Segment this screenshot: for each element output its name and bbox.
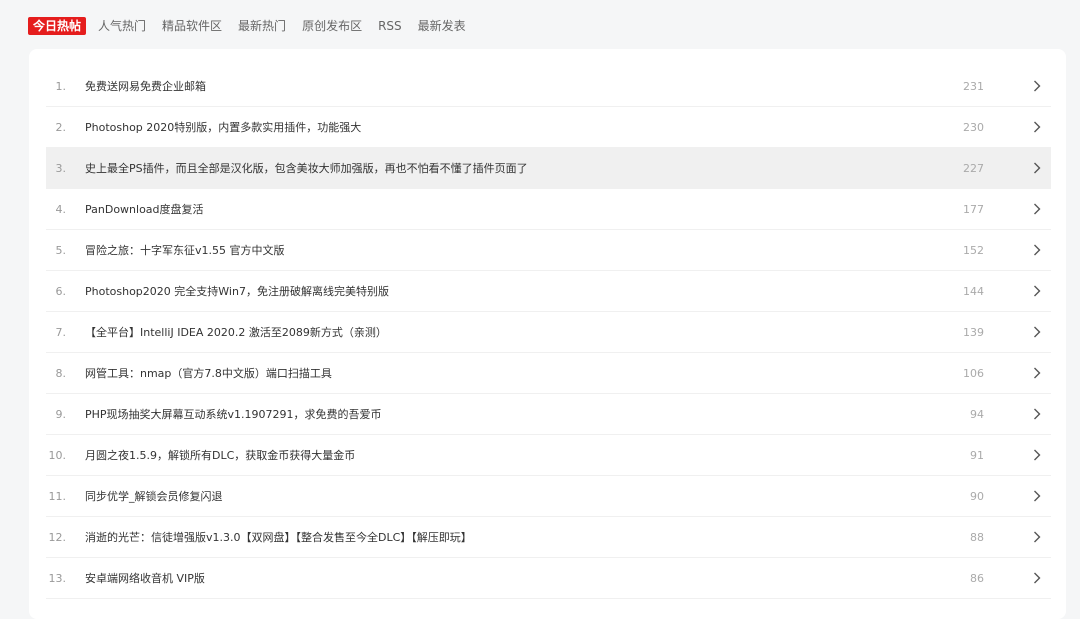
item-title-link[interactable]: 史上最全PS插件，而且全部是汉化版，包含美妆大师加强版，再也不怕看不懂了插件页面… [83,160,944,176]
item-title-link[interactable]: PHP现场抽奖大屏幕互动系统v1.1907291，求免费的吾爱币 [83,406,944,422]
list-item[interactable]: 9. PHP现场抽奖大屏幕互动系统v1.1907291，求免费的吾爱币 94 [46,394,1051,435]
item-rank: 7. [46,326,83,339]
item-rank: 11. [46,490,83,503]
item-count: 86 [970,571,984,585]
chevron-right-icon[interactable] [1026,66,1048,106]
chevron-right-icon[interactable] [1026,230,1048,270]
item-count: 177 [963,202,984,216]
item-count: 90 [970,489,984,503]
list-item[interactable]: 6. Photoshop2020 完全支持Win7，免注册破解离线完美特别版 144 [46,271,1051,312]
tab-0[interactable]: 今日热帖 [28,17,87,35]
item-rank: 13. [46,572,83,585]
list-item[interactable]: 2. Photoshop 2020特别版，内置多款实用插件，功能强大 230 [46,107,1051,148]
item-rank: 5. [46,244,83,257]
list-item[interactable]: 5. 冒险之旅：十字军东征v1.55 官方中文版 152 [46,230,1051,271]
chevron-right-icon[interactable] [1026,148,1048,188]
item-rank-text: 6. [55,284,67,298]
tab-2[interactable]: 精品软件区 [160,17,224,35]
item-rank: 2. [46,121,83,134]
item-count: 94 [970,407,984,421]
chevron-right-icon[interactable] [1026,271,1048,311]
list-item[interactable]: 7. 【全平台】IntelliJ IDEA 2020.2 激活至2089新方式（亲… [46,312,1051,353]
hot-posts-panel: 1. 免费送网易免费企业邮箱 231 2. Photoshop 2020特别版，内置多款… [29,49,1066,619]
chevron-right-icon[interactable] [1026,107,1048,147]
item-count: 106 [963,366,984,380]
item-title-link[interactable]: 网管工具：nmap（官方7.8中文版）端口扫描工具 [83,365,944,381]
item-count: 231 [963,79,984,93]
tab-1[interactable]: 人气热门 [96,17,148,35]
item-rank: 12. [46,531,83,544]
item-title-link[interactable]: 安卓端网络收音机 VIP版 [83,570,944,586]
chevron-right-icon[interactable] [1026,394,1048,434]
item-rank-text: 1. [55,79,67,93]
item-rank-text: 2. [55,120,67,134]
list-item[interactable]: 1. 免费送网易免费企业邮箱 231 [46,66,1051,107]
item-title-link[interactable]: 【全平台】IntelliJ IDEA 2020.2 激活至2089新方式（亲测） [83,324,944,340]
item-rank-text: 12. [48,530,67,544]
item-rank: 9. [46,408,83,421]
item-rank-text: 11. [48,489,67,503]
item-rank-text: 3. [55,161,67,175]
list-item[interactable]: 3. 史上最全PS插件，而且全部是汉化版，包含美妆大师加强版，再也不怕看不懂了插件… [46,148,1051,189]
item-rank: 10. [46,449,83,462]
item-rank: 4. [46,203,83,216]
item-rank: 8. [46,367,83,380]
item-count: 91 [970,448,984,462]
chevron-right-icon[interactable] [1026,435,1048,475]
item-title-link[interactable]: Photoshop 2020特别版，内置多款实用插件，功能强大 [83,119,944,135]
item-count: 139 [963,325,984,339]
item-count: 227 [963,161,984,175]
item-rank-text: 5. [55,243,67,257]
item-rank: 1. [46,80,83,93]
list-item[interactable]: 8. 网管工具：nmap（官方7.8中文版）端口扫描工具 106 [46,353,1051,394]
item-title-link[interactable]: 月圆之夜1.5.9，解锁所有DLC，获取金币获得大量金币 [83,447,944,463]
item-rank: 3. [46,162,83,175]
tab-bar: 今日热帖 人气热门 精品软件区 最新热门 原创发布区 RSS 最新发表 [28,17,480,35]
list-item[interactable]: 4. PanDownload度盘复活 177 [46,189,1051,230]
item-rank-text: 9. [55,407,67,421]
chevron-right-icon[interactable] [1026,476,1048,516]
item-rank: 6. [46,285,83,298]
chevron-right-icon[interactable] [1026,189,1048,229]
item-title-link[interactable]: Photoshop2020 完全支持Win7，免注册破解离线完美特别版 [83,283,944,299]
item-rank-text: 4. [55,202,67,216]
tab-5[interactable]: RSS [376,17,404,35]
chevron-right-icon[interactable] [1026,312,1048,352]
list-item[interactable]: 13. 安卓端网络收音机 VIP版 86 [46,558,1051,599]
list-item[interactable]: 11. 同步优学_解锁会员修复闪退 90 [46,476,1051,517]
item-count: 152 [963,243,984,257]
hot-posts-list: 1. 免费送网易免费企业邮箱 231 2. Photoshop 2020特别版，内置多款… [46,66,1051,599]
tab-6[interactable]: 最新发表 [416,17,468,35]
item-title-link[interactable]: PanDownload度盘复活 [83,201,944,217]
list-item[interactable]: 10. 月圆之夜1.5.9，解锁所有DLC，获取金币获得大量金币 91 [46,435,1051,476]
list-item[interactable]: 12. 消逝的光芒：信徒增强版v1.3.0【双网盘】【整合发售至今全DLC】【解压… [46,517,1051,558]
tab-4[interactable]: 原创发布区 [300,17,364,35]
item-title-link[interactable]: 冒险之旅：十字军东征v1.55 官方中文版 [83,242,944,258]
item-rank-text: 10. [48,448,67,462]
item-count: 144 [963,284,984,298]
tab-3[interactable]: 最新热门 [236,17,288,35]
item-rank-text: 8. [55,366,67,380]
item-count: 230 [963,120,984,134]
item-rank-text: 7. [55,325,67,339]
item-title-link[interactable]: 免费送网易免费企业邮箱 [83,78,944,94]
chevron-right-icon[interactable] [1026,517,1048,557]
item-rank-text: 13. [48,571,67,585]
item-count: 88 [970,530,984,544]
item-title-link[interactable]: 消逝的光芒：信徒增强版v1.3.0【双网盘】【整合发售至今全DLC】【解压即玩】 [83,529,944,545]
chevron-right-icon[interactable] [1026,558,1048,598]
item-title-link[interactable]: 同步优学_解锁会员修复闪退 [83,488,944,504]
chevron-right-icon[interactable] [1026,353,1048,393]
